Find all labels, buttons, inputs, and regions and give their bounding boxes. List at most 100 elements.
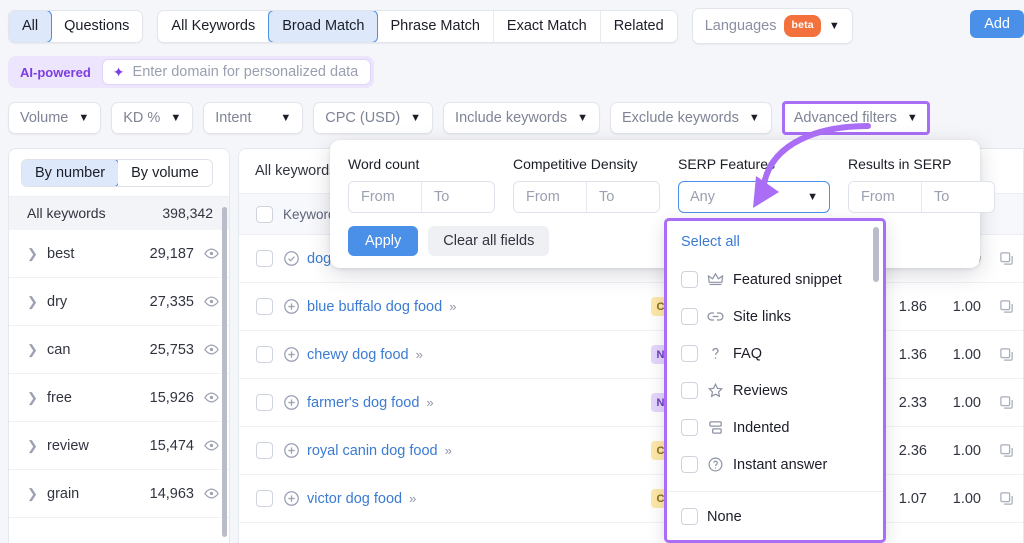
eye-icon[interactable] [204,390,219,405]
dropdown-scrollbar[interactable] [873,227,879,282]
eye-icon[interactable] [204,342,219,357]
sort-by-volume-button[interactable]: By volume [118,160,212,186]
chevron-right-icon[interactable]: ❯ [27,246,41,262]
languages-dropdown[interactable]: Languages beta ▼ [692,8,853,44]
select-all-checkbox[interactable] [256,206,273,223]
row-checkbox-cell[interactable] [239,298,283,315]
sidebar-group-row[interactable]: ❯dry27,335 [9,278,229,326]
serp-option-reviews[interactable]: Reviews [667,372,883,409]
chevron-right-icon[interactable]: ❯ [27,294,41,310]
tab-all[interactable]: All [8,10,52,43]
serp-option-faq[interactable]: FAQ [667,335,883,372]
sidebar-group-row[interactable]: ❯grain14,963 [9,470,229,518]
add-to-list-button[interactable]: Add [970,10,1024,38]
plus-circle-icon[interactable] [283,394,300,411]
eye-icon[interactable] [204,246,219,261]
keyword-expand-icon[interactable]: » [409,491,416,506]
table-row[interactable]: chewy dog food»NT60,5001.361.00 [239,331,1023,379]
results-cell[interactable] [989,443,1023,458]
table-row[interactable]: blue buffalo dog food»C60,5001.861.00 [239,283,1023,331]
sort-by-number-button[interactable]: By number [21,159,119,187]
copy-icon[interactable] [999,491,1014,506]
tab-phrase-match[interactable]: Phrase Match [377,11,493,42]
tab-all-keywords[interactable]: All Keywords [158,11,269,42]
serp-option-checkbox[interactable] [681,345,698,362]
eye-icon[interactable] [204,486,219,501]
filter-exclude-keywords[interactable]: Exclude keywords ▼ [610,102,772,134]
keyword-link[interactable]: victor dog food [307,491,402,507]
eye-icon[interactable] [204,438,219,453]
results-cell[interactable] [989,491,1023,506]
copy-icon[interactable] [999,347,1014,362]
sidebar-group-row[interactable]: ❯review15,474 [9,422,229,470]
keyword-expand-icon[interactable]: » [445,443,452,458]
row-checkbox[interactable] [256,490,273,507]
keyword-link[interactable]: chewy dog food [307,347,409,363]
serp-option-checkbox[interactable] [681,419,698,436]
tab-broad-match[interactable]: Broad Match [268,10,378,43]
keyword-link[interactable]: farmer's dog food [307,395,419,411]
row-checkbox[interactable] [256,442,273,459]
serp-option-none-checkbox[interactable] [681,508,698,525]
keyword-expand-icon[interactable]: » [416,347,423,362]
row-checkbox-cell[interactable] [239,490,283,507]
copy-icon[interactable] [999,395,1014,410]
row-checkbox[interactable] [256,394,273,411]
apply-button[interactable]: Apply [348,226,418,256]
plus-circle-icon[interactable] [283,346,300,363]
chevron-right-icon[interactable]: ❯ [27,438,41,454]
results-cell[interactable] [989,347,1023,362]
serp-option-checkbox[interactable] [681,382,698,399]
plus-circle-icon[interactable] [283,298,300,315]
plus-circle-icon[interactable] [283,490,300,507]
serp-option-instant-answer[interactable]: Instant answer [667,446,883,483]
filter-intent[interactable]: Intent ▼ [203,102,303,134]
serp-option-indented[interactable]: Indented [667,409,883,446]
row-checkbox-cell[interactable] [239,394,283,411]
copy-icon[interactable] [999,251,1014,266]
tab-questions[interactable]: Questions [51,11,142,42]
filter-include-keywords[interactable]: Include keywords ▼ [443,102,600,134]
serp-option-site-links[interactable]: Site links [667,298,883,335]
results-cell[interactable] [989,395,1023,410]
domain-input-wrapper[interactable]: ✦ Enter domain for personalized data [102,59,371,85]
chevron-right-icon[interactable]: ❯ [27,486,41,502]
serp-option-featured-snippet[interactable]: Featured snippet [667,261,883,298]
sidebar-scrollbar[interactable] [222,207,227,537]
competitive-density-to-input[interactable] [587,182,659,212]
row-checkbox[interactable] [256,250,273,267]
select-all-checkbox-cell[interactable] [239,206,283,223]
table-row[interactable]: royal canin dog food»C49,5002.361.00 [239,427,1023,475]
results-in-serp-to-input[interactable] [922,182,994,212]
filter-volume[interactable]: Volume ▼ [8,102,101,134]
word-count-from-input[interactable] [349,182,421,212]
keyword-expand-icon[interactable]: » [426,395,433,410]
keyword-link[interactable]: royal canin dog food [307,443,438,459]
row-checkbox[interactable] [256,346,273,363]
competitive-density-from-input[interactable] [514,182,586,212]
filter-cpc[interactable]: CPC (USD) ▼ [313,102,433,134]
keyword-expand-icon[interactable]: » [449,299,456,314]
table-row[interactable]: victor dog food»C49,5001.071.00 [239,475,1023,523]
table-row[interactable]: farmer's dog food»NC49,5002.331.00 [239,379,1023,427]
copy-icon[interactable] [999,443,1014,458]
chevron-right-icon[interactable]: ❯ [27,342,41,358]
plus-circle-icon[interactable] [283,442,300,459]
row-checkbox-cell[interactable] [239,250,283,267]
sidebar-group-row[interactable]: ❯can25,753 [9,326,229,374]
word-count-to-input[interactable] [422,182,494,212]
row-checkbox-cell[interactable] [239,346,283,363]
row-checkbox-cell[interactable] [239,442,283,459]
check-circle-icon[interactable] [283,250,300,267]
clear-all-fields-button[interactable]: Clear all fields [428,226,549,256]
sidebar-group-row[interactable]: ❯best29,187 [9,230,229,278]
keyword-link[interactable]: blue buffalo dog food [307,299,442,315]
select-all-link[interactable]: Select all [667,221,883,261]
serp-option-checkbox[interactable] [681,456,698,473]
eye-icon[interactable] [204,294,219,309]
sidebar-group-row[interactable]: ❯free15,926 [9,374,229,422]
row-checkbox[interactable] [256,298,273,315]
copy-icon[interactable] [999,299,1014,314]
results-cell[interactable] [989,299,1023,314]
serp-option-checkbox[interactable] [681,308,698,325]
